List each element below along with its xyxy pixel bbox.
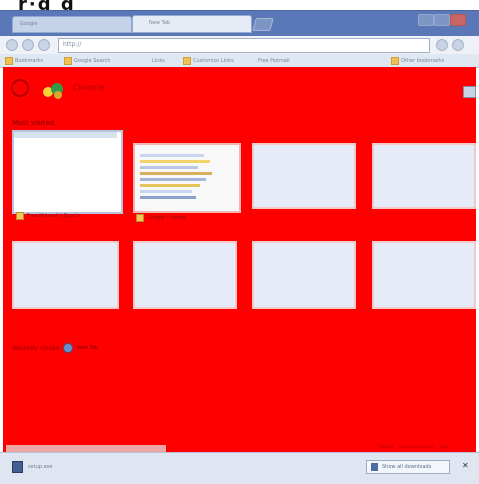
bookmark-item[interactable]: Free Hotmail — [258, 57, 290, 64]
close-button[interactable] — [450, 14, 466, 26]
address-text: http:// — [63, 41, 82, 48]
thumbnail-line — [140, 160, 210, 163]
thumbnail-tile[interactable] — [12, 241, 119, 309]
tab-label: New Tab — [149, 20, 170, 26]
recent-tab-link[interactable]: New Tab — [77, 345, 98, 351]
tab-new-tab[interactable]: New Tab — [132, 15, 252, 33]
download-folder-icon — [371, 463, 378, 471]
bookmark-item[interactable]: Google Search — [64, 56, 110, 65]
minimize-button[interactable] — [418, 14, 434, 26]
favicon-icon — [16, 212, 24, 220]
bookmark-item[interactable]: Bookmarks — [5, 56, 43, 65]
bookmark-item[interactable]: Other bookmarks — [391, 56, 444, 65]
folder-icon — [183, 56, 191, 65]
thumbnail-line — [140, 196, 196, 199]
tools-menu-icon[interactable] — [452, 39, 464, 51]
maximize-button[interactable] — [434, 14, 450, 26]
thumbnail-tile[interactable] — [372, 241, 476, 309]
reload-icon[interactable] — [38, 39, 50, 51]
footer-link[interactable]: Get more themes — [399, 444, 434, 449]
address-bar[interactable]: http:// — [58, 38, 430, 53]
thumbnail-caption[interactable]: Free Hotmail | Sign in — [16, 212, 81, 220]
page-menu-icon[interactable] — [436, 39, 448, 51]
thumbnail-tile[interactable] — [12, 130, 123, 214]
thumbnail-header — [14, 132, 117, 138]
folder-icon — [391, 56, 399, 65]
close-download-bar-icon[interactable]: ✕ — [462, 462, 470, 470]
thumbnail-line — [140, 184, 200, 187]
thumbnail-line — [140, 154, 204, 157]
thumbnail-line — [140, 166, 198, 169]
tab-google[interactable]: Google — [12, 16, 132, 33]
thumbnail-line — [140, 178, 206, 181]
tab-label: Google — [20, 21, 38, 27]
download-item[interactable]: setup.exe — [12, 461, 52, 473]
footer-link[interactable]: Themes — [377, 444, 393, 449]
thumbnail-caption[interactable]: Google Chrome — [136, 214, 186, 222]
footer-link[interactable]: Help — [440, 444, 449, 449]
download-filename: setup.exe — [28, 464, 53, 470]
folder-icon — [5, 56, 13, 65]
show-all-downloads-button[interactable]: Show all downloads — [366, 460, 450, 474]
bookmark-item[interactable]: Customize Links — [183, 56, 234, 65]
thumbnail-tile[interactable] — [372, 143, 476, 209]
thumbnail-tile[interactable] — [133, 241, 237, 309]
page-options-button[interactable] — [463, 86, 476, 98]
page-heading: Chrome — [73, 83, 105, 92]
recent-tab-icon[interactable] — [63, 343, 74, 353]
most-visited-label: Most visited — [12, 119, 55, 127]
favicon-icon — [136, 214, 144, 222]
forward-icon[interactable] — [22, 39, 34, 51]
new-tab-button[interactable] — [252, 18, 274, 31]
thumbnail-line — [140, 190, 192, 193]
thumbnail-tile[interactable] — [252, 241, 356, 309]
bookmark-item[interactable]: Links — [152, 57, 165, 64]
chrome-logo-icon — [11, 79, 29, 97]
back-icon[interactable] — [6, 39, 18, 51]
footer-links: Themes Get more themes Help — [377, 444, 449, 449]
thumbnail-tile[interactable] — [252, 143, 356, 209]
thumbnail-line — [140, 172, 212, 175]
file-icon — [12, 461, 23, 473]
colored-logo-icon — [43, 83, 63, 99]
folder-icon — [64, 56, 72, 65]
recently-closed-label: Recently closed — [12, 344, 60, 352]
recently-closed: Recently closed New Tab — [12, 343, 98, 353]
